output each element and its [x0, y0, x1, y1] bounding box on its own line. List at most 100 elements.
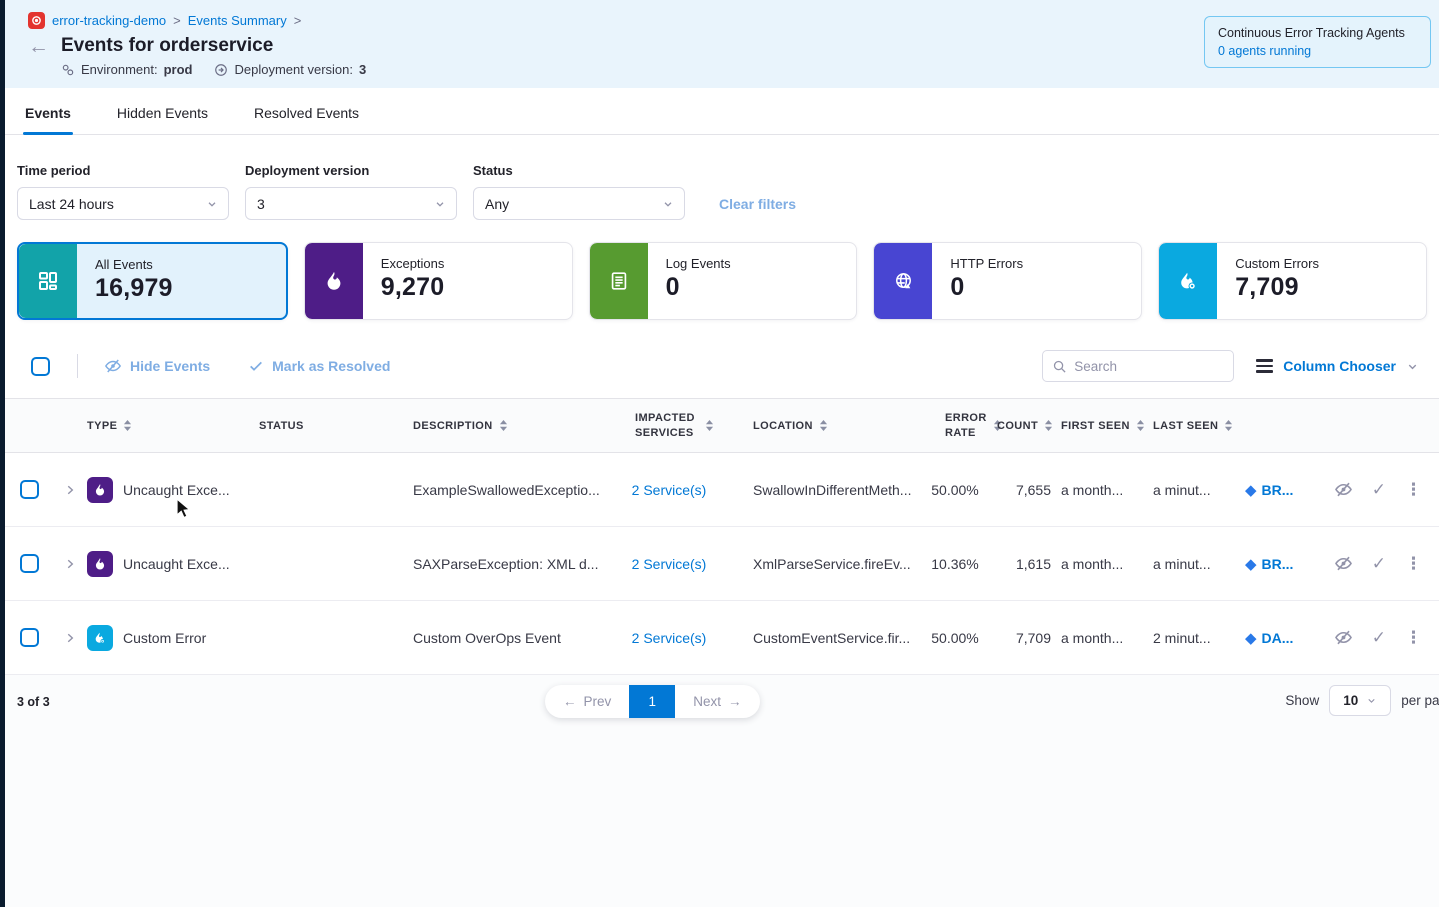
table-row[interactable]: Uncaught Exce... ExampleSwallowedExcepti… [5, 453, 1439, 527]
ticket-link[interactable]: ◆ BR... [1245, 481, 1321, 499]
card-value: 0 [666, 273, 731, 302]
sort-icon[interactable] [819, 420, 828, 431]
time-period-label: Time period [17, 163, 229, 178]
card-all-events[interactable]: All Events 16,979 [17, 242, 288, 320]
column-header-error-rate[interactable]: ERROR RATE [919, 411, 997, 441]
tab-hidden-events[interactable]: Hidden Events [115, 93, 210, 134]
column-header-type[interactable]: TYPE [87, 420, 255, 432]
column-chooser-button[interactable]: Column Chooser [1256, 358, 1427, 374]
search-input[interactable] [1074, 359, 1214, 374]
jira-diamond-icon: ◆ [1245, 555, 1257, 573]
check-icon [248, 358, 264, 374]
card-exceptions[interactable]: Exceptions 9,270 [304, 242, 573, 320]
ticket-link[interactable]: ◆ BR... [1245, 555, 1321, 573]
row-checkbox[interactable] [20, 628, 39, 647]
column-header-count[interactable]: COUNT [997, 420, 1061, 432]
page: error-tracking-demo > Events Summary > ←… [5, 0, 1439, 907]
sort-icon[interactable] [1224, 420, 1233, 431]
table-row[interactable]: Custom Error Custom OverOps Event 2 Serv… [5, 601, 1439, 675]
card-log-events[interactable]: Log Events 0 [589, 242, 858, 320]
card-label: Exceptions [381, 256, 445, 271]
exceptions-flame-icon [305, 243, 363, 319]
sort-icon[interactable] [705, 420, 714, 431]
expand-chevron-icon[interactable] [53, 631, 87, 645]
hide-event-icon[interactable] [1334, 480, 1353, 499]
back-arrow-icon[interactable]: ← [28, 36, 49, 57]
column-header-description[interactable]: DESCRIPTION [407, 420, 613, 432]
sort-icon[interactable] [499, 420, 508, 431]
hide-event-icon[interactable] [1334, 628, 1353, 647]
impacted-services-link[interactable]: 2 Service(s) [632, 630, 707, 646]
row-checkbox[interactable] [20, 554, 39, 573]
sort-icon[interactable] [1136, 420, 1145, 431]
events-table: TYPE STATUS DESCRIPTION IMPACTED SERVICE… [5, 398, 1439, 675]
event-type-label: Uncaught Exce... [123, 556, 230, 572]
ticket-link[interactable]: ◆ DA... [1245, 629, 1321, 647]
column-header-status[interactable]: STATUS [255, 420, 407, 432]
impacted-services-link[interactable]: 2 Service(s) [632, 482, 707, 498]
custom-error-type-icon [87, 625, 113, 651]
tab-resolved-events[interactable]: Resolved Events [252, 93, 361, 134]
row-menu-icon[interactable]: ⋮ [1405, 628, 1423, 648]
table-row[interactable]: Uncaught Exce... SAXParseException: XML … [5, 527, 1439, 601]
card-label: Log Events [666, 256, 731, 271]
select-all-checkbox[interactable] [31, 357, 50, 376]
page-size-select[interactable]: 10 [1329, 685, 1391, 716]
mark-resolved-label: Mark as Resolved [272, 358, 390, 374]
breadcrumb-project-link[interactable]: error-tracking-demo [52, 13, 166, 28]
tab-events[interactable]: Events [23, 93, 73, 134]
expand-chevron-icon[interactable] [53, 557, 87, 571]
hide-events-label: Hide Events [130, 358, 210, 374]
resolve-event-icon[interactable]: ✓ [1372, 554, 1386, 574]
sort-icon[interactable] [1044, 420, 1053, 431]
prev-page-button[interactable]: ← Prev [545, 685, 629, 718]
last-seen: a minut... [1153, 556, 1245, 572]
environment-icon [61, 63, 75, 77]
mark-resolved-button[interactable]: Mark as Resolved [248, 358, 390, 374]
event-count: 7,655 [997, 482, 1061, 498]
column-header-first-seen[interactable]: FIRST SEEN [1061, 420, 1153, 432]
next-page-button[interactable]: Next → [675, 685, 759, 718]
agents-status-card[interactable]: Continuous Error Tracking Agents 0 agent… [1204, 16, 1431, 68]
log-events-document-icon [590, 243, 648, 319]
deployment-label: Deployment version: [234, 62, 353, 77]
time-period-select[interactable]: Last 24 hours [17, 187, 229, 220]
column-header-location[interactable]: LOCATION [725, 420, 919, 432]
clear-filters-button[interactable]: Clear filters [719, 196, 796, 212]
breadcrumb-section-link[interactable]: Events Summary [188, 13, 287, 28]
exception-type-icon [87, 477, 113, 503]
card-custom-errors[interactable]: Custom Errors 7,709 [1158, 242, 1427, 320]
row-menu-icon[interactable]: ⋮ [1405, 554, 1423, 574]
exception-type-icon [87, 551, 113, 577]
sort-icon[interactable] [123, 420, 132, 431]
chevron-down-icon [1406, 360, 1419, 373]
page-title: Events for orderservice [61, 35, 273, 57]
column-header-impacted-services[interactable]: IMPACTED SERVICES [613, 411, 725, 441]
hide-events-button[interactable]: Hide Events [104, 357, 210, 375]
column-header-last-seen[interactable]: LAST SEEN [1153, 420, 1245, 432]
deployment-version-value: 3 [257, 196, 265, 212]
pagination: ← Prev 1 Next → [545, 685, 760, 718]
resolve-event-icon[interactable]: ✓ [1372, 628, 1386, 648]
hide-event-icon[interactable] [1334, 554, 1353, 573]
impacted-services-link[interactable]: 2 Service(s) [632, 556, 707, 572]
prev-arrow-icon: ← [563, 694, 577, 709]
status-select[interactable]: Any [473, 187, 685, 220]
deployment-version-select[interactable]: 3 [245, 187, 457, 220]
expand-chevron-icon[interactable] [53, 483, 87, 497]
all-events-grid-icon [19, 244, 77, 318]
agents-running-link[interactable]: 0 agents running [1218, 44, 1417, 58]
time-period-value: Last 24 hours [29, 196, 114, 212]
first-seen: a month... [1061, 630, 1153, 646]
deployment-meta: Deployment version: 3 [214, 62, 366, 77]
table-header-row: TYPE STATUS DESCRIPTION IMPACTED SERVICE… [5, 398, 1439, 453]
row-checkbox[interactable] [20, 480, 39, 499]
chevron-down-icon [662, 198, 674, 210]
resolve-event-icon[interactable]: ✓ [1372, 480, 1386, 500]
jira-diamond-icon: ◆ [1245, 629, 1257, 647]
page-number-button[interactable]: 1 [629, 685, 675, 718]
row-menu-icon[interactable]: ⋮ [1405, 480, 1423, 500]
chevron-down-icon [434, 198, 446, 210]
collapsed-nav-rail [0, 0, 5, 907]
card-http-errors[interactable]: HTTP Errors 0 [873, 242, 1142, 320]
